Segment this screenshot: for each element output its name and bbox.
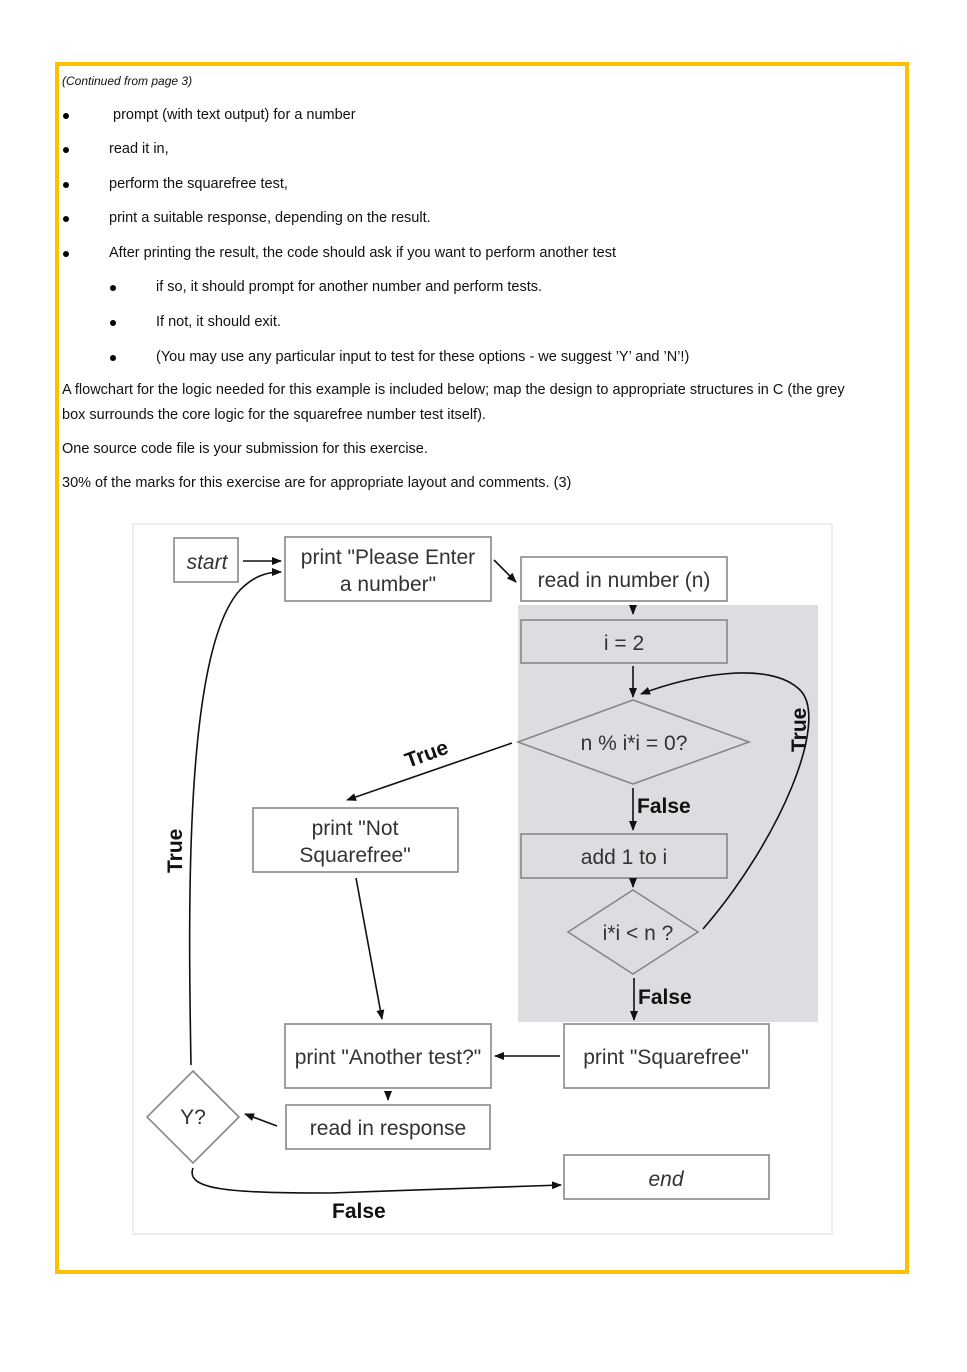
svg-text:Squarefree": Squarefree"	[299, 844, 410, 867]
node-end: end	[563, 1154, 770, 1200]
svg-text:read in number (n): read in number (n)	[538, 569, 711, 592]
node-start: start	[173, 537, 239, 583]
svg-text:add 1 to i: add 1 to i	[581, 846, 667, 869]
label-false-less: False	[638, 986, 692, 1009]
svg-text:n % i*i = 0?: n % i*i = 0?	[581, 732, 688, 755]
node-read-n: read in number (n)	[520, 556, 728, 602]
svg-text:start: start	[187, 551, 229, 574]
svg-text:read in response: read in response	[310, 1117, 466, 1140]
label-true-y: True	[164, 829, 187, 873]
svg-text:Y?: Y?	[180, 1106, 206, 1129]
svg-text:i = 2: i = 2	[604, 632, 644, 655]
label-true-loop: True	[788, 708, 811, 752]
svg-text:print "Please Enter: print "Please Enter	[301, 546, 475, 569]
label-false-mod: False	[637, 795, 691, 818]
flowchart: start print "Please Enter a number" read…	[132, 523, 833, 1235]
svg-text:end: end	[648, 1168, 684, 1191]
node-read-response: read in response	[285, 1104, 491, 1150]
node-i-equals-2: i = 2	[520, 619, 728, 664]
node-add-one: add 1 to i	[520, 833, 728, 879]
node-print-squarefree: print "Squarefree"	[563, 1023, 770, 1089]
node-print-another: print "Another test?"	[284, 1023, 492, 1089]
svg-text:print "Not: print "Not	[312, 817, 399, 840]
node-print-not-squarefree: print "Not Squarefree"	[252, 807, 459, 873]
svg-text:a number": a number"	[340, 573, 436, 596]
label-false-y: False	[332, 1200, 386, 1223]
node-print-enter: print "Please Enter a number"	[284, 536, 492, 602]
svg-text:i*i < n ?: i*i < n ?	[603, 922, 674, 945]
svg-text:print "Another test?": print "Another test?"	[295, 1046, 482, 1069]
svg-text:print "Squarefree": print "Squarefree"	[583, 1046, 749, 1069]
